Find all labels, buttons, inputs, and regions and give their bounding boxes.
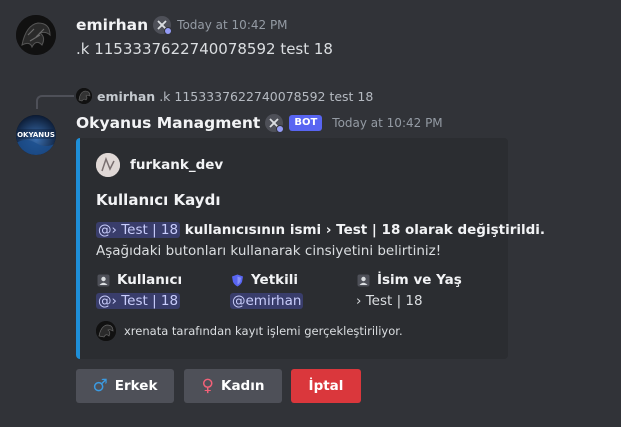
footer-avatar (96, 321, 116, 341)
sketch-avatar-icon (96, 153, 120, 177)
female-button[interactable]: ♀ Kadın (184, 369, 282, 403)
cancel-button[interactable]: İptal (291, 369, 361, 403)
svg-text:OKYANUS: OKYANUS (17, 131, 55, 139)
button-label: Erkek (114, 378, 158, 394)
dragon-avatar-icon (16, 15, 56, 55)
server-tag-icon[interactable] (265, 114, 285, 133)
reply-text: .k 1153337622740078592 test 18 (159, 88, 374, 104)
author-name[interactable]: emirhan (76, 16, 148, 34)
timestamp[interactable]: Today at 10:42 PM (332, 116, 442, 130)
embed-author-name[interactable]: furkank_dev (130, 157, 223, 173)
user-mention[interactable]: @› Test | 18 (96, 222, 181, 238)
server-tag-icon[interactable] (153, 16, 173, 35)
avatar[interactable] (16, 15, 56, 55)
footer-text: xrenata tarafından kayıt işlemi gerçekle… (124, 324, 403, 338)
reply-reference[interactable]: emirhan .k 1153337622740078592 test 18 (76, 88, 373, 104)
bot-message-header: Okyanus Managment BOT Today at 10:42 PM (76, 114, 443, 133)
field-name: İsim ve Yaş (377, 272, 462, 288)
embed-description-line1: @› Test | 18 kullanıcısının ismi › Test … (96, 222, 545, 238)
bot-author-name[interactable]: Okyanus Managment (76, 114, 260, 132)
message-content: .k 1153337622740078592 test 18 (76, 40, 333, 58)
status-dot (164, 27, 173, 35)
field-value-mention[interactable]: @› Test | 18 (96, 293, 181, 309)
reply-author: emirhan (97, 88, 156, 104)
field-moderator: Yetkili @emirhan (230, 272, 304, 309)
bot-avatar[interactable]: OKYANUS (16, 115, 56, 155)
field-value: › Test | 18 (356, 293, 423, 309)
female-symbol-icon: ♀ (201, 376, 214, 396)
embed-author: furkank_dev (96, 153, 223, 177)
embed-card: furkank_dev Kullanıcı Kaydı @› Test | 18… (76, 138, 545, 359)
button-label: İptal (308, 378, 344, 394)
description-text: kullanıcısının ismi (180, 222, 326, 238)
embed-description-line2: Aşağıdaki butonları kullanarak cinsiyeti… (96, 243, 442, 259)
user-icon (96, 273, 110, 287)
description-bold: › Test | 18 olarak değiştirildi. (325, 222, 546, 238)
button-label: Kadın (220, 378, 265, 394)
id-card-icon (356, 273, 370, 287)
field-value-mention[interactable]: @emirhan (230, 293, 304, 309)
reply-avatar (76, 88, 92, 104)
ocean-logo-icon: OKYANUS (16, 115, 56, 155)
male-symbol-icon: ♂ (92, 376, 108, 396)
status-dot (276, 125, 285, 133)
male-button[interactable]: ♂ Erkek (76, 369, 174, 403)
shield-icon (230, 273, 244, 287)
dragon-avatar-icon (96, 321, 116, 341)
field-name-age: İsim ve Yaş › Test | 18 (356, 272, 462, 309)
embed-author-avatar (96, 153, 120, 177)
field-name: Kullanıcı (117, 272, 183, 288)
message-header: emirhan Today at 10:42 PM (76, 16, 288, 35)
embed-footer: xrenata tarafından kayıt işlemi gerçekle… (96, 321, 403, 341)
reply-connector (36, 95, 74, 109)
bot-badge: BOT (289, 115, 323, 131)
embed-title: Kullanıcı Kaydı (96, 191, 221, 209)
timestamp[interactable]: Today at 10:42 PM (177, 18, 287, 32)
field-user: Kullanıcı @› Test | 18 (96, 272, 182, 309)
field-name: Yetkili (251, 272, 299, 288)
dragon-avatar-icon (76, 88, 92, 104)
